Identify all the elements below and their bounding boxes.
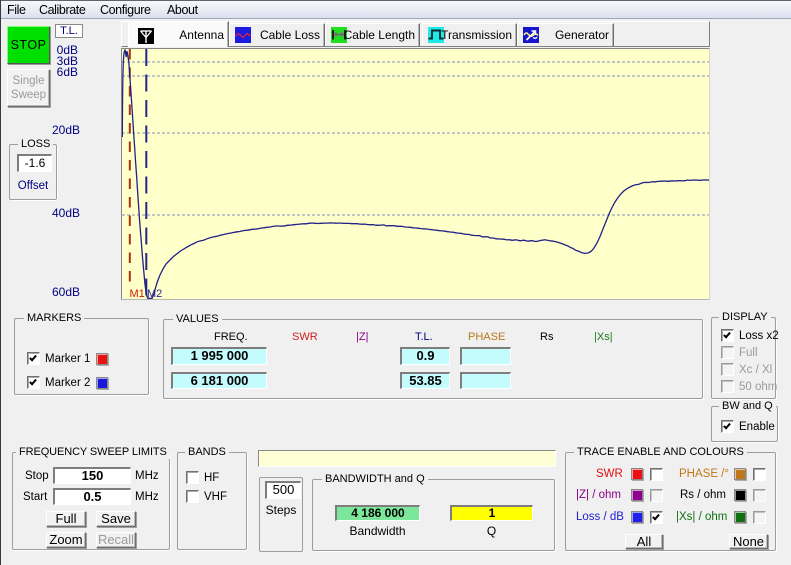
- svg-text:M1: M1: [130, 288, 145, 299]
- svg-text:M2: M2: [147, 288, 162, 299]
